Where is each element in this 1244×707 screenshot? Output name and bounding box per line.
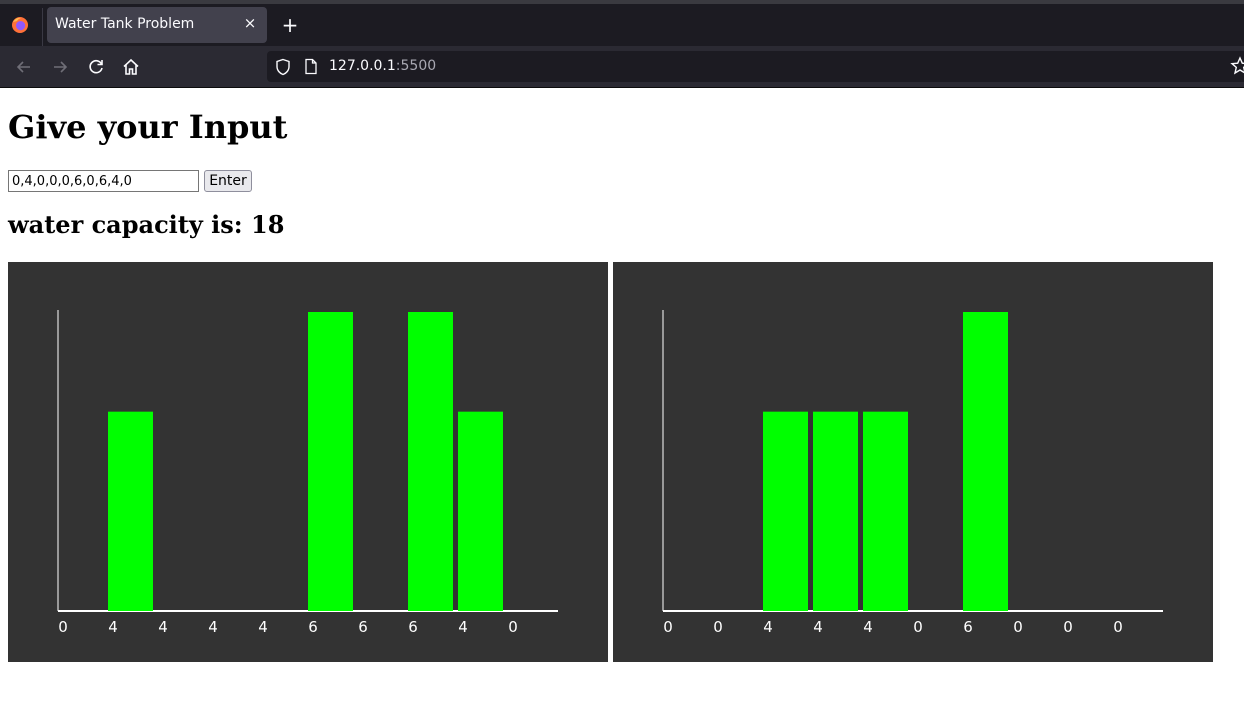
url-host: 127.0.0.1 — [329, 58, 396, 74]
water-levels-chart: 0 0 4 4 4 0 6 0 0 0 — [613, 262, 1213, 662]
bar-3 — [813, 411, 858, 611]
tick-label-6: 6 — [963, 618, 973, 636]
water-levels-chart-svg: 0 0 4 4 4 0 6 0 0 0 — [662, 310, 1163, 636]
tick-label-6: 6 — [358, 618, 368, 636]
tick-label-7: 6 — [408, 618, 418, 636]
tick-label-2: 4 — [763, 618, 773, 636]
input-heights-chart-svg: 0 4 4 4 4 6 6 6 4 0 — [57, 310, 558, 636]
tick-label-7: 0 — [1013, 618, 1023, 636]
bar-1 — [108, 411, 153, 611]
forward-arrow-icon[interactable] — [48, 55, 72, 79]
tick-label-8: 0 — [1063, 618, 1073, 636]
tick-label-3: 4 — [208, 618, 218, 636]
url-port: :5500 — [395, 58, 437, 74]
tick-label-4: 4 — [863, 618, 873, 636]
tab-water-tank-problem[interactable]: Water Tank Problem × — [47, 7, 267, 43]
tab-separator — [42, 8, 43, 48]
tick-label-9: 0 — [508, 618, 518, 636]
bar-4 — [863, 411, 908, 611]
home-icon[interactable] — [119, 55, 143, 79]
tick-label-5: 0 — [913, 618, 923, 636]
tick-label-1: 0 — [713, 618, 723, 636]
toolbar-divider — [0, 87, 1244, 88]
bar-2 — [763, 411, 808, 611]
bar-6 — [963, 312, 1008, 611]
page-title: Give your Input — [8, 108, 288, 146]
input-heights-chart: 0 4 4 4 4 6 6 6 4 0 — [8, 262, 608, 662]
page-icon[interactable] — [304, 58, 318, 75]
tick-label-2: 4 — [158, 618, 168, 636]
bar-5 — [308, 312, 353, 611]
tab-title: Water Tank Problem — [55, 16, 195, 32]
tick-label-0: 0 — [663, 618, 673, 636]
tick-label-8: 4 — [458, 618, 468, 636]
close-tab-icon[interactable]: × — [241, 14, 259, 32]
tick-label-3: 4 — [813, 618, 823, 636]
back-arrow-icon[interactable] — [12, 55, 36, 79]
firefox-logo-icon — [12, 17, 28, 33]
water-capacity-result: water capacity is: 18 — [8, 210, 285, 239]
bar-7 — [408, 312, 453, 611]
bar-8 — [458, 411, 503, 611]
heights-input[interactable] — [8, 170, 199, 192]
enter-button[interactable]: Enter — [204, 170, 252, 192]
shield-icon[interactable] — [275, 58, 291, 76]
tick-label-0: 0 — [58, 618, 68, 636]
tick-label-1: 4 — [108, 618, 118, 636]
tick-label-4: 4 — [258, 618, 268, 636]
navigation-bar: 127.0.0.1:5500 — [0, 46, 1244, 87]
url-bar[interactable]: 127.0.0.1:5500 — [267, 51, 1244, 82]
url-text[interactable]: 127.0.0.1:5500 — [329, 58, 436, 74]
new-tab-button[interactable]: + — [280, 14, 300, 36]
tick-label-9: 0 — [1113, 618, 1123, 636]
reload-icon[interactable] — [84, 55, 108, 79]
tick-label-5: 6 — [308, 618, 318, 636]
tab-bar: Water Tank Problem × + — [0, 4, 1244, 48]
bookmark-star-icon[interactable] — [1230, 56, 1244, 76]
